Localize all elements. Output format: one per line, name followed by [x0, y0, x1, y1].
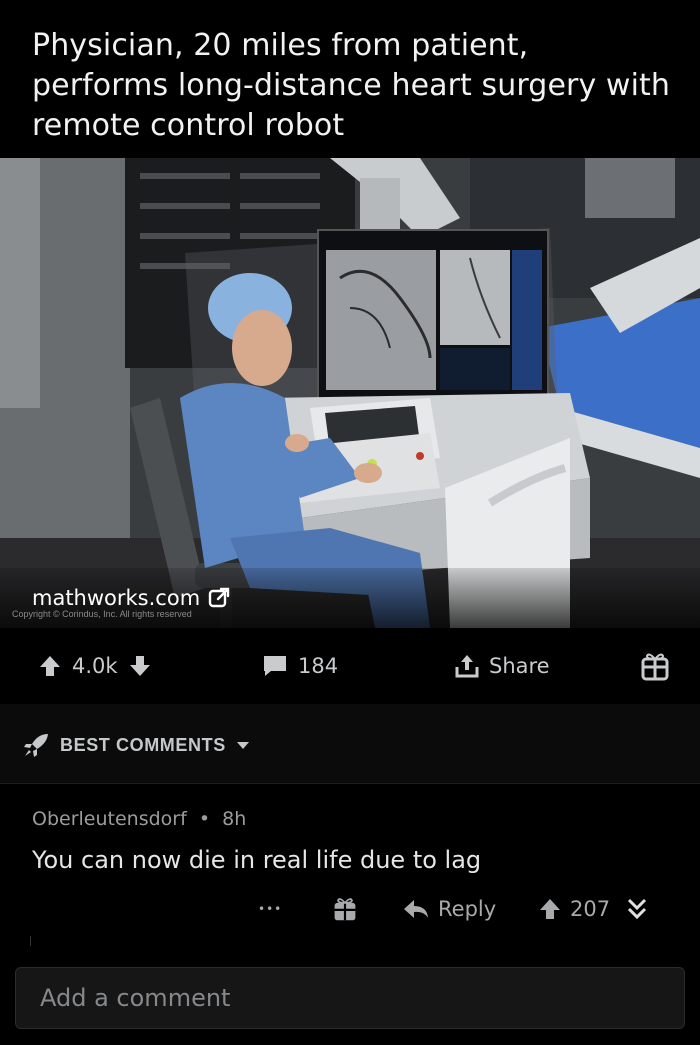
more-options-label: ••• [258, 902, 283, 916]
share-label: Share [489, 654, 550, 678]
gift-icon [334, 898, 356, 921]
post-title: Physician, 20 miles from patient, perfor… [32, 28, 670, 143]
comment-body: You can now die in real life due to lag [32, 846, 482, 874]
meta-separator: • [198, 808, 211, 830]
comment-vote-group: 207 [538, 889, 610, 929]
surgery-photo [0, 158, 700, 628]
comment-icon [264, 656, 286, 676]
award-button[interactable] [640, 628, 670, 704]
post-image[interactable] [0, 158, 700, 628]
upvote-count: 4.0k [72, 654, 118, 678]
image-copyright: Copyright © Corindus, Inc. All rights re… [12, 609, 192, 619]
comment-actions: ••• Reply 207 [0, 889, 700, 929]
comment-award-button[interactable] [332, 889, 358, 929]
comments-button[interactable]: 184 [262, 628, 338, 704]
link-domain-text: mathworks.com [32, 586, 201, 610]
upvote-icon[interactable] [38, 654, 62, 678]
sort-label: BEST COMMENTS [60, 734, 226, 755]
comment-score: 207 [570, 897, 610, 921]
post-action-bar: 4.0k 184 Share [0, 628, 700, 704]
reply-arrow-icon [404, 900, 428, 918]
more-options-button[interactable]: ••• [258, 889, 282, 929]
comment-sort-bar: BEST COMMENTS [0, 704, 700, 784]
post-title-bar: Physician, 20 miles from patient, perfor… [0, 0, 700, 158]
reply-button[interactable]: Reply [402, 889, 496, 929]
comment: Oberleutensdorf • 8h You can now die in … [0, 784, 700, 954]
chevron-down-icon [236, 742, 249, 749]
external-link-icon [208, 587, 230, 608]
comment-author[interactable]: Oberleutensdorf [32, 808, 187, 830]
sort-dropdown[interactable]: BEST COMMENTS [22, 732, 250, 758]
share-icon [455, 655, 479, 678]
comment-count: 184 [298, 654, 339, 678]
reply-label: Reply [438, 897, 497, 921]
double-chevron-down-icon [627, 898, 647, 920]
upvote-icon[interactable] [538, 897, 562, 921]
add-comment-input[interactable] [16, 968, 684, 1028]
external-link[interactable]: mathworks.com [32, 586, 230, 610]
comment-meta: Oberleutensdorf • 8h [32, 808, 246, 830]
comment-composer[interactable] [15, 967, 685, 1029]
thread-line [30, 936, 31, 946]
downvote-icon[interactable] [128, 654, 152, 678]
collapse-thread-button[interactable] [626, 889, 648, 929]
gift-icon [641, 653, 669, 681]
comment-age: 8h [222, 808, 247, 830]
rocket-icon [24, 734, 48, 757]
vote-group: 4.0k [38, 628, 152, 704]
share-button[interactable]: Share [455, 628, 550, 704]
